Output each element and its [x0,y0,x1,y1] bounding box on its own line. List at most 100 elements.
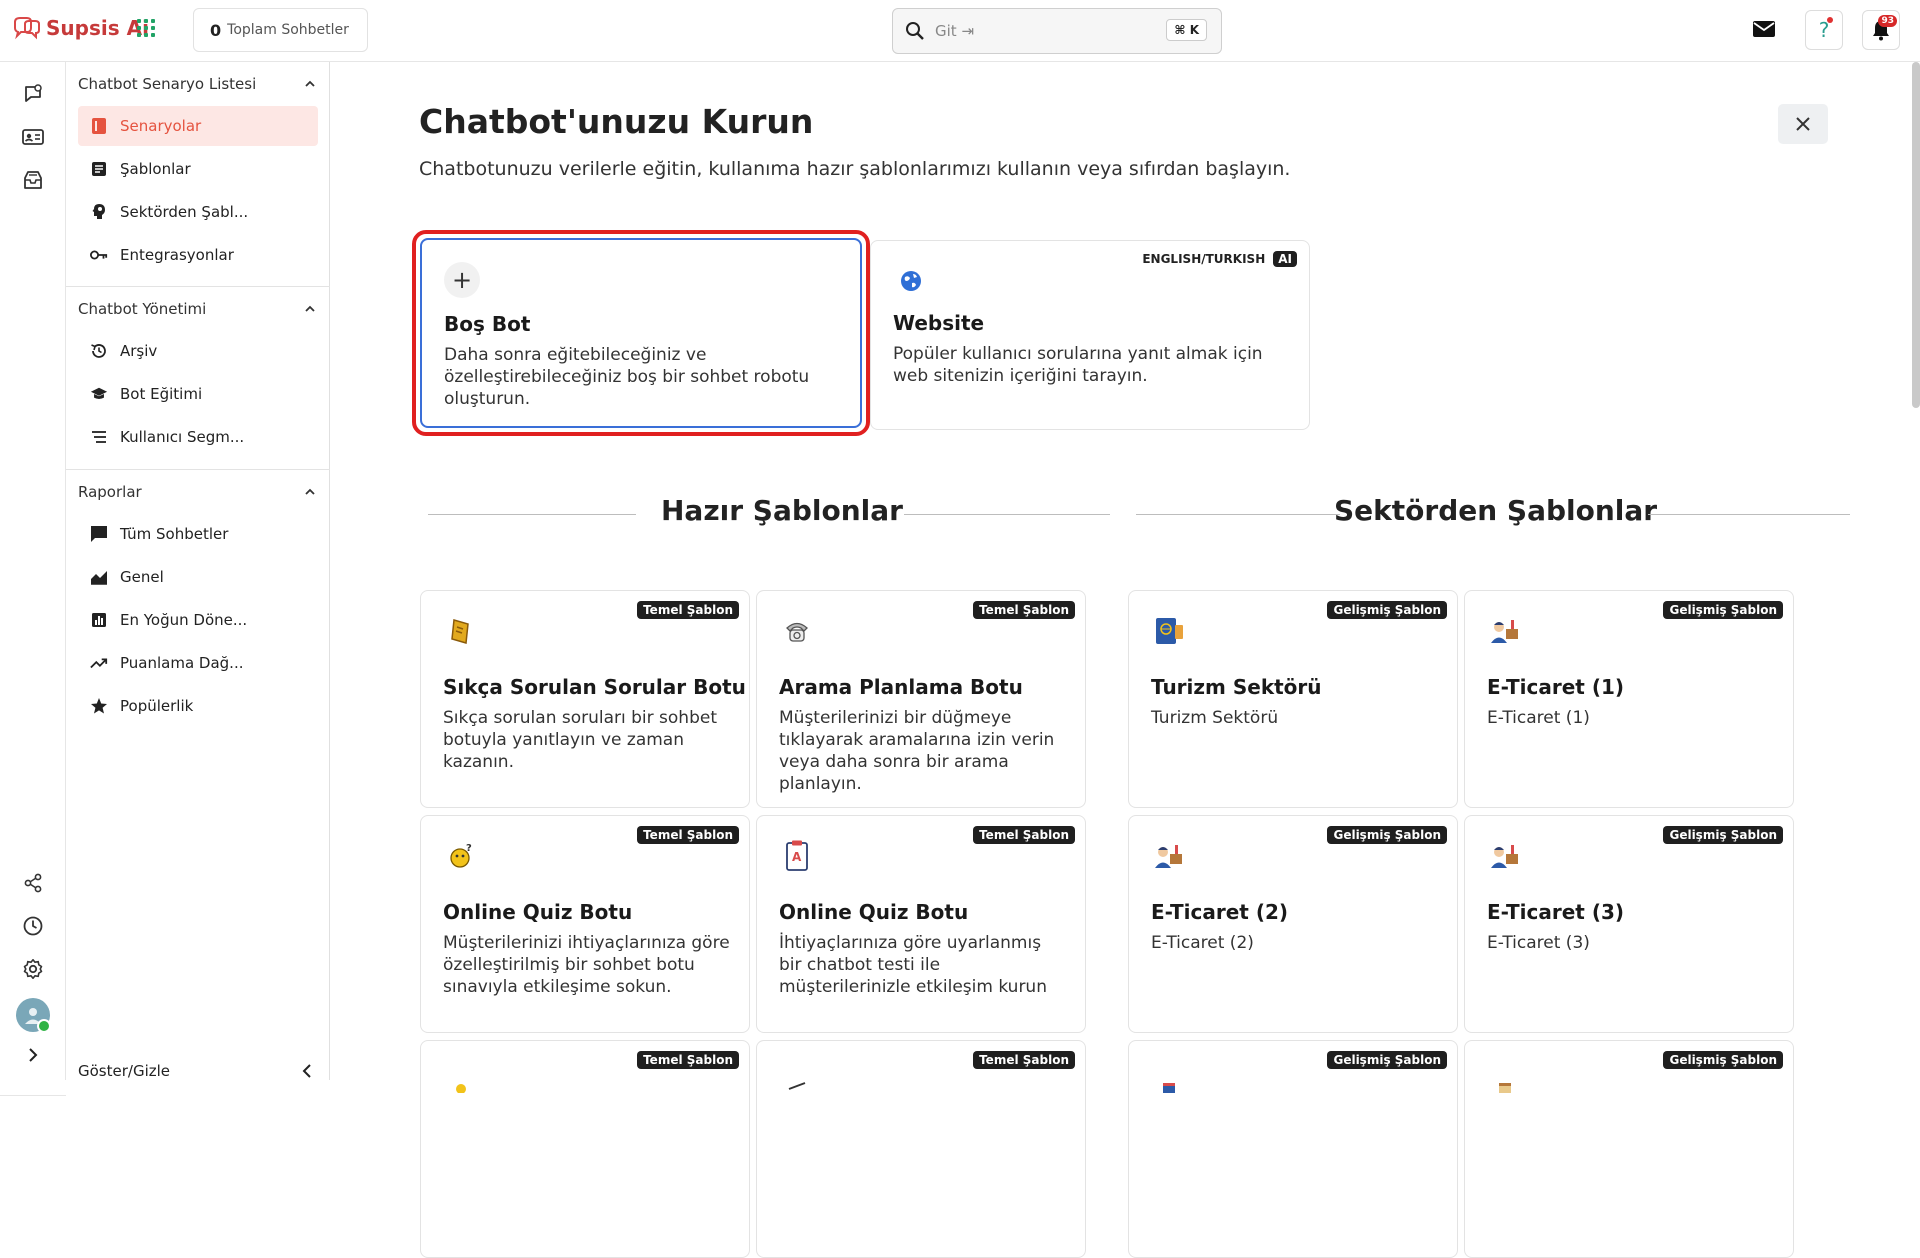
language-tag: ENGLISH/TURKISH AI [1142,251,1297,267]
question-icon: ? [1818,18,1830,42]
key-icon [90,246,108,264]
sidebar-item-puanlama[interactable]: Puanlama Dağ... [78,643,318,683]
template-tag: Gelişmiş Şablon [1663,601,1783,619]
section-header-scenarios[interactable]: Chatbot Senaryo Listesi [66,66,330,102]
sidebar-item-tum-sohbetler[interactable]: Tüm Sohbetler [78,514,318,554]
sidebar-item-label: Bot Eğitimi [120,385,203,403]
page-title: Chatbot'unuzu Kurun [419,102,814,141]
template-card[interactable]: Temel Şablon [756,1040,1086,1258]
search-shortcut: ⌘ K [1166,19,1207,41]
section-header-management[interactable]: Chatbot Yönetimi [66,291,330,327]
chevron-left-icon [302,1064,311,1078]
icon-rail [0,62,66,1096]
template-card-online-quiz-1[interactable]: Temel Şablon ? Online Quiz Botu Müşteril… [420,815,750,1033]
sidebar-item-label: Senaryolar [120,117,202,135]
empty-bot-card[interactable]: + Boş Bot Daha sonra eğitebileceğiniz ve… [420,238,862,428]
share-icon[interactable] [20,870,46,896]
inbox-icon[interactable] [20,167,46,193]
template-card-faq[interactable]: Temel Şablon Sıkça Sorulan Sorular Botu … [420,590,750,808]
scrollbar[interactable] [1912,62,1920,408]
user-avatar[interactable] [16,998,51,1033]
section-divider [1136,514,1340,515]
notifications-button[interactable]: 93 [1862,10,1900,50]
section-title: Raporlar [78,483,142,501]
chatbot-icon[interactable] [20,81,46,107]
template-icon [90,160,108,178]
sidebar-item-genel[interactable]: Genel [78,557,318,597]
apps-grid-icon[interactable] [137,19,155,37]
template-card-online-quiz-2[interactable]: Temel Şablon A Online Quiz Botu İhtiyaçl… [756,815,1086,1033]
history-clock-icon[interactable] [20,913,46,939]
sidebar-item-sektorden[interactable]: Sektörden Şabl... [78,192,318,232]
notification-badge: 93 [1878,15,1897,27]
sector-card-ecommerce-1[interactable]: Gelişmiş Şablon E-Ticaret (1) E-Ticaret … [1464,590,1794,808]
card-description: E-Ticaret (3) [1487,933,1590,953]
sidebar-item-arsiv[interactable]: Arşiv [78,331,318,371]
globe-icon [893,263,929,299]
sidebar-item-label: Sektörden Şabl... [120,203,249,221]
template-tag: Gelişmiş Şablon [1663,826,1783,844]
card-description: E-Ticaret (1) [1487,708,1590,728]
section-header-reports[interactable]: Raporlar [66,474,330,510]
area-chart-icon [90,568,108,586]
faq-book-icon [443,613,479,649]
card-title: Online Quiz Botu [779,900,969,924]
quiz-emoji-icon: ? [443,838,479,874]
sector-card[interactable]: Gelişmiş Şablon [1128,1040,1458,1258]
sidebar-item-sablonlar[interactable]: Şablonlar [78,149,318,189]
card-title: Arama Planlama Botu [779,675,1023,699]
help-button[interactable]: ? [1805,10,1843,50]
sidebar-item-bot-egitimi[interactable]: Bot Eğitimi [78,374,318,414]
section-divider [66,286,330,287]
mail-icon[interactable] [1752,19,1776,43]
rail-divider [0,1095,66,1096]
sector-card-ecommerce-3[interactable]: Gelişmiş Şablon E-Ticaret (3) E-Ticaret … [1464,815,1794,1033]
contacts-card-icon[interactable] [20,124,46,150]
svg-text:?: ? [466,843,472,854]
sidebar: Chatbot Senaryo Listesi Senaryolar Şablo… [66,62,330,1080]
card-description: Müşterilerinizi bir düğmeye tıklayarak a… [779,708,1055,794]
sidebar-item-en-yogun[interactable]: En Yoğun Döne... [78,600,318,640]
sector-card-tourism[interactable]: Gelişmiş Şablon Turizm Sektörü Turizm Se… [1128,590,1458,808]
graduation-cap-icon [90,385,108,403]
sidebar-item-senaryolar[interactable]: Senaryolar [78,106,318,146]
logo-icon [14,17,40,40]
chevron-up-icon [305,488,315,495]
section-title: Chatbot Senaryo Listesi [78,75,257,93]
show-hide-toggle[interactable]: Göster/Gizle [66,1062,330,1080]
template-card[interactable]: Temel Şablon [420,1040,750,1258]
card-title: E-Ticaret (1) [1487,675,1625,699]
search-input[interactable]: Git ⇥ ⌘ K [892,8,1222,54]
card-description: E-Ticaret (2) [1151,933,1254,953]
template-tag: Temel Şablon [973,1051,1075,1069]
delivery-person-icon [1151,838,1187,874]
sector-card[interactable]: Gelişmiş Şablon [1464,1040,1794,1258]
settings-gear-icon[interactable] [20,956,46,982]
page-subtitle: Chatbotunuzu verilerle eğitin, kullanıma… [419,158,1291,180]
section-divider [428,514,636,515]
total-chats-chip[interactable]: 0 Toplam Sohbetler [193,8,368,52]
chat-icon [90,525,108,543]
total-chats-label: Toplam Sohbetler [227,22,349,38]
template-tag: Gelişmiş Şablon [1663,1051,1783,1069]
sidebar-item-kullanici-segm[interactable]: Kullanıcı Segm... [78,417,318,457]
close-button[interactable] [1778,104,1828,144]
sidebar-item-populerlik[interactable]: Popülerlik [78,686,318,726]
template-icon [779,1063,815,1099]
sector-card-ecommerce-2[interactable]: Gelişmiş Şablon E-Ticaret (2) E-Ticaret … [1128,815,1458,1033]
card-title: Sıkça Sorulan Sorular Botu [443,675,746,699]
card-title: E-Ticaret (3) [1487,900,1625,924]
delivery-person-icon [1487,838,1523,874]
expand-chevron-icon[interactable] [20,1042,46,1068]
sidebar-item-entegrasyonlar[interactable]: Entegrasyonlar [78,235,318,275]
search-placeholder: Git ⇥ [935,22,975,40]
bar-chart-icon [90,611,108,629]
sector-template-icon [1151,1063,1187,1099]
segment-icon [90,428,108,446]
logo[interactable]: Supsis Ai [12,16,149,40]
user-icon [25,1008,41,1024]
template-card-call-scheduling[interactable]: Temel Şablon Arama Planlama Botu Müşteri… [756,590,1086,808]
website-card[interactable]: ENGLISH/TURKISH AI Website Popüler kulla… [870,240,1310,430]
sidebar-item-label: Kullanıcı Segm... [120,428,245,446]
sector-icon [90,203,108,221]
